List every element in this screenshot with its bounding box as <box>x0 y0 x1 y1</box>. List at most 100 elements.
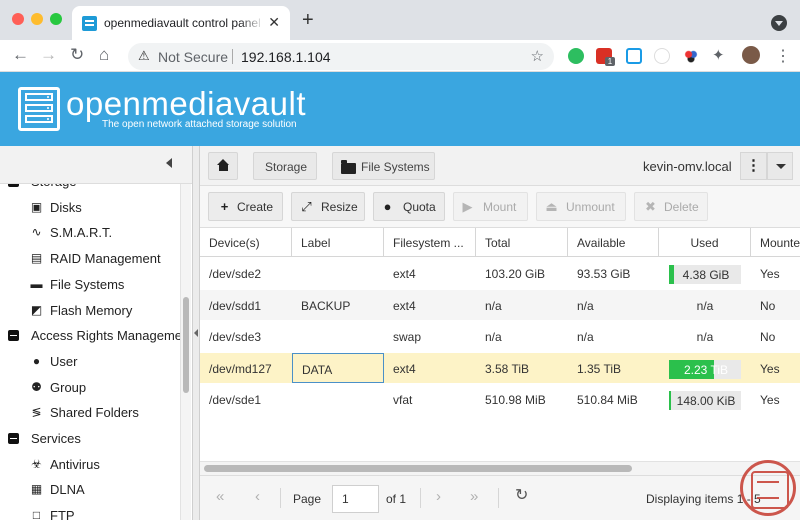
forward-icon[interactable]: → <box>40 45 57 65</box>
sidebar-item-file-systems[interactable]: ▬ File Systems <box>0 272 180 297</box>
create-button[interactable]: + Create <box>208 192 283 221</box>
sidebar-item-disks[interactable]: ▣ Disks <box>0 195 180 220</box>
grid-scroll-thumb[interactable] <box>204 465 632 472</box>
cell-device: /dev/sdd1 <box>209 298 262 313</box>
prev-page-icon[interactable]: ‹ <box>255 489 260 504</box>
brand-tagline: The open network attached storage soluti… <box>102 119 297 130</box>
refresh-icon[interactable]: ↻ <box>515 488 528 504</box>
usage-bar-text: 2.23 TiB <box>683 362 729 377</box>
user-icon: ● <box>32 353 41 368</box>
bookmark-star-icon[interactable]: ☆ <box>531 47 544 65</box>
tab-search-icon[interactable] <box>771 15 787 31</box>
usage-bar: 2.23 TiB <box>669 359 741 379</box>
hdd-icon: ▣ <box>30 199 43 214</box>
raid-icon: ▤ <box>30 251 43 266</box>
nav-sidebar: Storage ▣ Disks ∿ S.M.A.R.T. ▤ RAID Management… <box>0 146 193 520</box>
mount-button[interactable]: ▶ Mount <box>453 192 528 221</box>
app-header: openmediavault The open network attached… <box>0 72 800 146</box>
sidebar-item-user[interactable]: ● User <box>0 349 180 374</box>
quota-button-label: Quota <box>403 200 436 214</box>
column-header-available[interactable]: Available <box>568 228 659 257</box>
table-row[interactable]: /dev/md127 DATA ext4 3.58 TiB 1.35 TiB 2.23 T… <box>200 352 800 383</box>
cell-device: /dev/sde2 <box>209 267 262 281</box>
chevron-down-icon[interactable] <box>767 152 793 180</box>
sidebar-scrollbar[interactable] <box>180 184 191 520</box>
pagination-bar: « ‹ Page of 1 › » ↻ Displaying items 1 -… <box>200 475 800 520</box>
page-number-input[interactable] <box>332 485 379 513</box>
new-tab-button[interactable]: + <box>302 10 314 30</box>
cell-filesystem: ext4 <box>393 361 416 376</box>
url-text[interactable]: 192.168.1.104 <box>241 49 331 65</box>
cell-filesystem: ext4 <box>393 298 416 313</box>
grid-horizontal-scrollbar[interactable] <box>200 461 800 475</box>
first-page-icon[interactable]: « <box>216 489 224 504</box>
last-page-icon[interactable]: » <box>470 489 478 504</box>
unmount-button[interactable]: ⏏ Unmount <box>536 192 626 221</box>
sidebar-item-ftp[interactable]: □ FTP <box>0 503 180 520</box>
sidebar-category-storage[interactable]: Storage <box>0 184 180 194</box>
address-bar[interactable]: ⚠ Not Secure 192.168.1.104 ☆ <box>128 43 554 70</box>
color-dots-extension-icon[interactable] <box>683 48 699 64</box>
browser-menu-icon[interactable]: ⋮ <box>775 46 791 66</box>
resize-button[interactable]: ⤢ Resize <box>291 192 365 221</box>
sidebar-item-raid-management[interactable]: ▤ RAID Management <box>0 246 180 271</box>
window-minimize-button[interactable] <box>31 13 43 25</box>
column-header-label[interactable]: Label <box>292 228 384 257</box>
next-page-icon[interactable]: › <box>436 489 441 504</box>
column-header-used[interactable]: Used <box>659 228 751 257</box>
browser-tab[interactable]: openmediavault control panel - ✕ <box>72 6 290 40</box>
sidebar-item-label: Access Rights Managemen <box>31 328 180 344</box>
cell-available: 510.84 MiB <box>577 393 638 407</box>
tab-close-icon[interactable]: ✕ <box>268 14 280 31</box>
column-header-devices[interactable]: Device(s) <box>200 228 292 257</box>
back-icon[interactable]: ← <box>12 45 29 65</box>
cell-device: /dev/sde1 <box>209 393 262 407</box>
share-icon: ≶ <box>31 405 42 420</box>
panel-splitter[interactable] <box>193 146 200 520</box>
options-menu-icon[interactable]: ⋮ <box>740 152 767 180</box>
home-page-icon[interactable]: ⌂ <box>99 45 109 65</box>
breadcrumb-file-systems[interactable]: File Systems <box>332 152 435 180</box>
delete-button[interactable]: ✖ Delete <box>634 192 708 221</box>
column-header-total[interactable]: Total <box>476 228 568 257</box>
browser-toolbar: ← → ↻ ⌂ ⚠ Not Secure 192.168.1.104 ☆ ✦ ⋮ <box>0 40 800 72</box>
window-close-button[interactable] <box>12 13 24 25</box>
sidebar-item-dlna[interactable]: ▦ DLNA <box>0 477 180 502</box>
window-zoom-button[interactable] <box>50 13 62 25</box>
sidebar-item-flash-memory[interactable]: ◩ Flash Memory <box>0 298 180 323</box>
sidebar-item-s-m-a-r-t[interactable]: ∿ S.M.A.R.T. <box>0 220 180 245</box>
sidebar-category-services[interactable]: Services <box>0 426 180 451</box>
sidebar-scroll-thumb[interactable] <box>183 297 189 393</box>
record-extension-icon[interactable] <box>654 48 670 64</box>
extension-badge: 1 <box>605 57 615 66</box>
warning-icon: ⚠ <box>138 48 150 63</box>
table-row[interactable]: /dev/sde3 swap n/a n/a n/a No <box>200 321 800 351</box>
sidebar-item-label: File Systems <box>50 276 125 292</box>
splitter-collapse-icon[interactable] <box>194 329 198 337</box>
table-row[interactable]: /dev/sde1 vfat 510.98 MiB 510.84 MiB 148.00 … <box>200 384 800 414</box>
breadcrumb-storage[interactable]: Storage <box>253 152 317 180</box>
table-row[interactable]: /dev/sde2 ext4 103.20 GiB 93.53 GiB 4.38 GiB… <box>200 258 800 288</box>
usage-bar: 148.00 KiB <box>669 391 741 410</box>
plus-icon: + <box>220 199 229 214</box>
sidebar-item-group[interactable]: ⚉ Group <box>0 375 180 400</box>
screen-capture-extension-icon[interactable] <box>626 48 642 64</box>
evernote-extension-icon[interactable] <box>568 48 584 64</box>
table-row[interactable]: /dev/sdd1 BACKUP ext4 n/a n/a n/a No <box>200 289 800 320</box>
eject-icon: ⏏ <box>545 199 558 214</box>
extensions-puzzle-icon[interactable]: ✦ <box>712 48 728 64</box>
sidebar-item-shared-folders[interactable]: ≶ Shared Folders <box>0 400 180 425</box>
security-label[interactable]: Not Secure <box>158 49 228 65</box>
cell-total: 3.58 TiB <box>485 361 530 376</box>
sidebar-item-antivirus[interactable]: ☣ Antivirus <box>0 452 180 477</box>
pager-divider <box>280 488 281 508</box>
address-divider <box>232 49 233 64</box>
column-header-mounted[interactable]: Mounted <box>751 228 800 257</box>
sidebar-category-access-rights-managemen[interactable]: Access Rights Managemen <box>0 323 180 348</box>
collapse-sidebar-icon[interactable] <box>166 158 172 168</box>
profile-avatar[interactable] <box>742 46 760 64</box>
reload-icon[interactable]: ↻ <box>70 45 84 65</box>
breadcrumb-home-button[interactable] <box>208 152 238 180</box>
column-header-filesystem[interactable]: Filesystem ... <box>384 228 476 257</box>
quota-button[interactable]: ● Quota <box>373 192 445 221</box>
